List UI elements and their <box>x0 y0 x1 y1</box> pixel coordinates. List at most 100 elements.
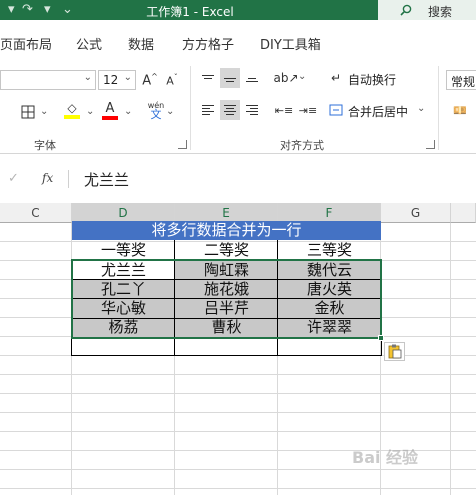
cell-border <box>277 240 278 260</box>
ribbon: ⌄ 12 ⌄ A^ Aˇ ⌄ ◇ ⌄ A ⌄ wén 文 ⌄ 字体 ab↗ ⌄ <box>0 62 476 154</box>
alignment-group-label: 对齐方式 <box>280 139 324 152</box>
tab-formulas[interactable]: 公式 <box>76 34 102 53</box>
align-top-button[interactable] <box>198 68 218 88</box>
fill-color-swatch <box>64 115 80 119</box>
clipboard-icon <box>388 344 402 359</box>
grow-font-button[interactable]: A^ <box>140 70 160 90</box>
chevron-down-icon: ⌄ <box>83 72 92 83</box>
font-size-combo[interactable]: 12 ⌄ <box>98 70 136 90</box>
phonetic-icon: 文 <box>150 108 162 121</box>
font-color-dropdown-icon[interactable]: ⌄ <box>124 106 132 117</box>
currency-icon: 💴 <box>453 103 467 117</box>
shrink-font-button[interactable]: Aˇ <box>162 70 182 90</box>
merge-center-button[interactable]: 合并后居中 <box>348 103 408 120</box>
empty-bordered-row[interactable] <box>71 337 382 356</box>
align-left-icon <box>202 105 214 115</box>
orientation-dropdown-icon[interactable]: ⌄ <box>298 71 306 82</box>
align-bottom-icon <box>246 75 258 82</box>
font-color-icon: A <box>105 100 115 116</box>
accounting-format-button[interactable]: 💴 <box>450 100 470 120</box>
phonetic-button[interactable]: wén 文 <box>146 100 166 120</box>
shrink-font-icon: Aˇ <box>166 72 178 88</box>
tab-diy-toolbox[interactable]: DIY工具箱 <box>260 34 321 53</box>
search-label: 搜索 <box>428 5 453 19</box>
window-title: 工作簿1 - Excel <box>146 5 234 19</box>
font-color-swatch <box>102 115 118 120</box>
align-left-button[interactable] <box>198 100 218 120</box>
cell-border <box>277 337 278 356</box>
fill-handle[interactable] <box>378 335 384 341</box>
watermark: Bai 经验 <box>352 448 419 467</box>
borders-button[interactable] <box>18 102 38 122</box>
fill-color-dropdown-icon[interactable]: ⌄ <box>86 106 94 117</box>
merged-title-cell[interactable]: 将多行数据合并为一行 <box>72 221 381 240</box>
formula-bar: ✓ fx 尤兰兰 <box>0 166 476 192</box>
formula-input[interactable]: 尤兰兰 <box>84 169 129 190</box>
column-header-c[interactable]: C <box>0 203 72 223</box>
cell-border <box>174 240 175 260</box>
search-icon <box>400 4 412 16</box>
orientation-button[interactable]: ab↗ <box>273 68 299 88</box>
column-header-h[interactable] <box>451 203 476 223</box>
cell-border <box>174 337 175 356</box>
wrap-text-icon: ↵ <box>330 71 342 85</box>
confirm-entry-icon[interactable]: ✓ <box>8 171 19 186</box>
merge-dropdown-icon[interactable]: ⌄ <box>417 103 425 114</box>
number-format-combo[interactable]: 常规 <box>446 70 476 90</box>
tab-fangfang[interactable]: 方方格子 <box>182 34 234 53</box>
group-divider <box>438 66 439 150</box>
align-middle-icon <box>224 75 236 82</box>
number-format-value: 常规 <box>451 75 476 89</box>
header-cell-e[interactable]: 二等奖 <box>175 241 278 259</box>
column-header-d[interactable]: D <box>72 203 175 223</box>
column-header-e[interactable]: E <box>175 203 278 223</box>
increase-indent-button[interactable]: ⇥≡ <box>298 100 318 120</box>
increase-indent-icon: ⇥≡ <box>298 103 318 117</box>
grow-font-icon: A^ <box>142 71 158 89</box>
font-name-combo[interactable]: ⌄ <box>0 70 96 90</box>
wrap-text-button[interactable]: 自动换行 <box>348 71 396 88</box>
borders-dropdown-icon[interactable]: ⌄ <box>40 106 48 117</box>
title-bar: ▾ ↷ ▾ ⌄ 工作簿1 - Excel 搜索 <box>0 0 476 20</box>
align-right-button[interactable] <box>242 100 262 120</box>
align-middle-button[interactable] <box>220 68 240 88</box>
align-top-icon <box>202 74 214 82</box>
header-cell-d[interactable]: 一等奖 <box>72 241 175 259</box>
insert-function-button[interactable]: fx <box>42 171 53 185</box>
phonetic-dropdown-icon[interactable]: ⌄ <box>166 106 174 117</box>
column-header-g[interactable]: G <box>381 203 451 223</box>
grid-line <box>0 393 476 394</box>
column-header-f[interactable]: F <box>278 203 381 223</box>
text-orientation-icon: ab↗ <box>273 71 299 85</box>
font-group-label: 字体 <box>34 139 56 152</box>
tab-data[interactable]: 数据 <box>128 34 154 53</box>
borders-icon <box>21 105 35 119</box>
search-box[interactable]: 搜索 <box>378 0 476 20</box>
paint-bucket-icon: ◇ <box>67 101 77 115</box>
fill-color-button[interactable]: ◇ <box>62 100 82 120</box>
merge-center-icon <box>326 100 346 120</box>
header-cell-f[interactable]: 三等奖 <box>278 241 381 259</box>
align-right-icon <box>246 105 258 115</box>
grid-line <box>0 412 476 413</box>
formula-bar-divider <box>68 170 69 188</box>
chevron-down-icon: ⌄ <box>123 72 132 83</box>
font-color-button[interactable]: A <box>100 100 120 120</box>
align-bottom-button[interactable] <box>242 68 262 88</box>
grid-line <box>0 374 476 375</box>
font-size-value: 12 <box>103 73 119 87</box>
align-center-button[interactable] <box>220 100 240 120</box>
decrease-indent-icon: ⇤≡ <box>274 103 294 117</box>
ribbon-tabs: 页面布局 公式 数据 方方格子 DIY工具箱 <box>0 20 476 62</box>
font-dialog-launcher-icon[interactable] <box>178 140 187 149</box>
align-center-icon <box>224 105 236 115</box>
grid-line <box>450 223 451 495</box>
grid-line <box>0 469 476 470</box>
group-divider <box>190 66 191 150</box>
paste-options-button[interactable] <box>384 342 405 361</box>
tab-page-layout[interactable]: 页面布局 <box>0 34 52 53</box>
alignment-dialog-launcher-icon[interactable] <box>426 140 435 149</box>
grid-line <box>0 488 476 489</box>
decrease-indent-button[interactable]: ⇤≡ <box>274 100 294 120</box>
grid-line <box>0 431 476 432</box>
